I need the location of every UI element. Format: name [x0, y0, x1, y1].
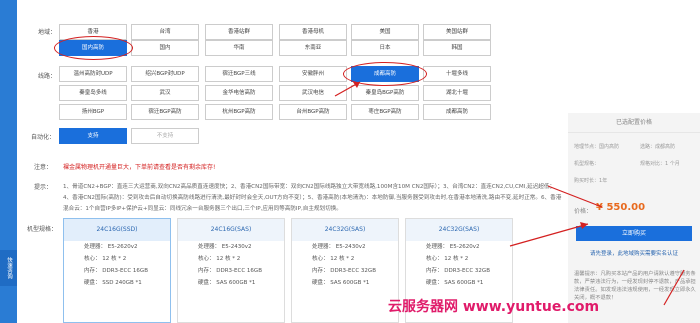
summary-arrows: [509, 185, 685, 306]
watermark: 云服务器网 www.yuntue.com: [388, 299, 600, 315]
